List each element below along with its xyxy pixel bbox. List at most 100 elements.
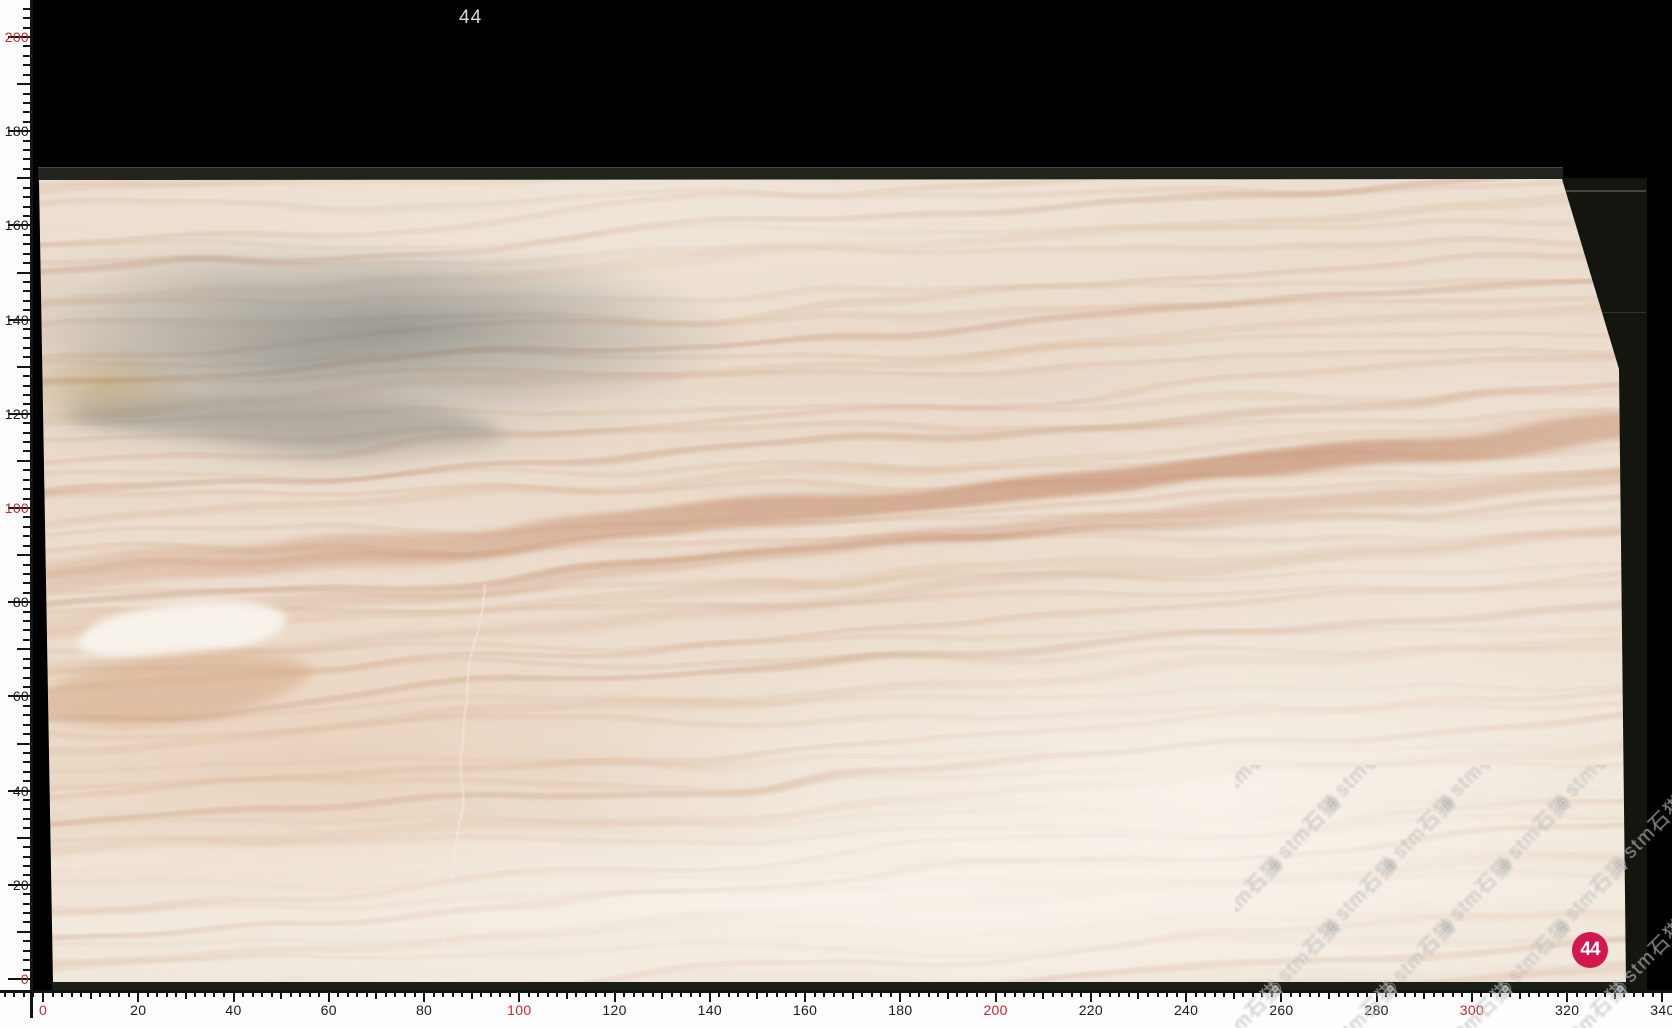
left-ruler-tick: [17, 648, 30, 651]
bottom-ruler-tick: [556, 992, 559, 997]
bottom-ruler-tick: [908, 992, 911, 997]
bottom-ruler-tick: [775, 992, 778, 997]
left-ruler-tick: [23, 657, 30, 660]
bottom-ruler-tick: [737, 992, 740, 997]
bottom-ruler-label: 40: [225, 1002, 242, 1018]
left-ruler-label: 200: [4, 29, 29, 45]
left-ruler-tick: [23, 846, 30, 849]
bottom-ruler-tick: [1213, 992, 1216, 997]
bottom-ruler-tick: [1023, 992, 1026, 997]
bottom-ruler-tick: [1404, 992, 1407, 997]
bottom-ruler-label: 280: [1364, 1002, 1389, 1018]
bottom-ruler-tick: [699, 992, 702, 997]
bottom-ruler-label: 220: [1078, 1002, 1103, 1018]
bottom-ruler-tick: [718, 992, 721, 997]
bottom-ruler-tick: [1413, 992, 1416, 997]
left-ruler-tick: [23, 7, 30, 10]
bottom-ruler-tick: [89, 992, 92, 999]
bottom-ruler-tick: [470, 992, 473, 999]
bottom-ruler-tick: [1604, 992, 1607, 997]
bottom-ruler-tick: [823, 992, 826, 997]
left-ruler-tick: [23, 158, 30, 161]
left-ruler-tick: [23, 346, 30, 349]
bottom-ruler-tick: [384, 992, 387, 997]
bottom-ruler-tick: [1451, 992, 1454, 997]
bottom-ruler-tick: [80, 992, 83, 997]
bottom-ruler-tick: [1423, 992, 1426, 999]
bottom-ruler-tick: [213, 992, 216, 997]
bottom-ruler-tick: [584, 992, 587, 997]
bottom-ruler-label: 200: [983, 1002, 1008, 1018]
bottom-ruler-tick: [1127, 992, 1130, 997]
left-ruler-label: 60: [12, 688, 29, 705]
left-ruler-tick: [23, 770, 30, 773]
left-ruler-tick: [23, 356, 30, 359]
left-ruler-tick: [23, 299, 30, 302]
bottom-ruler-tick: [203, 992, 206, 997]
slab-number-label: 44: [459, 7, 483, 28]
bottom-ruler-tick: [785, 992, 788, 997]
bottom-ruler-tick: [861, 992, 864, 997]
bottom-ruler-tick: [270, 992, 273, 997]
bottom-ruler-tick: [851, 992, 854, 999]
left-ruler-tick: [23, 817, 30, 820]
bottom-ruler-tick: [1537, 992, 1540, 997]
bottom-ruler-tick: [746, 992, 749, 997]
bottom-ruler-tick: [1032, 992, 1035, 997]
left-ruler-tick: [23, 638, 30, 641]
left-ruler-tick: [23, 761, 30, 764]
bottom-ruler-label: 20: [130, 1002, 147, 1018]
watermark-text: ◉stm石猫: [1659, 765, 1672, 814]
bottom-ruler-tick: [1289, 992, 1292, 997]
left-ruler-tick: [23, 733, 30, 736]
bottom-ruler-tick: [546, 992, 549, 997]
left-ruler-tick: [23, 959, 30, 962]
left-ruler-tick: [23, 196, 30, 199]
bottom-ruler-tick: [1489, 992, 1492, 997]
bottom-ruler-tick: [966, 992, 969, 997]
bottom-ruler-tick: [946, 992, 949, 999]
left-ruler-tick: [17, 554, 30, 557]
bottom-ruler-tick: [1442, 992, 1445, 997]
bottom-ruler-tick: [1509, 992, 1511, 997]
left-ruler-tick: [23, 921, 30, 924]
bottom-ruler-tick: [1223, 992, 1226, 997]
bottom-ruler-tick: [499, 992, 502, 997]
bottom-ruler-tick: [1204, 992, 1207, 997]
bottom-ruler-tick: [165, 992, 168, 997]
bottom-ruler-tick: [632, 992, 635, 997]
bottom-ruler-tick: [365, 992, 368, 997]
left-ruler-tick: [23, 243, 30, 246]
bottom-ruler-tick: [1556, 992, 1559, 997]
left-ruler-tick: [23, 450, 30, 453]
bottom-ruler-label: 60: [320, 1002, 337, 1018]
bottom-ruler-tick: [1232, 992, 1235, 999]
bottom-ruler-label: 320: [1555, 1002, 1580, 1018]
left-ruler-label: 0: [20, 971, 29, 987]
bottom-ruler-tick: [251, 992, 254, 997]
bottom-ruler-tick: [1613, 992, 1616, 999]
left-ruler-tick: [23, 469, 30, 472]
bottom-ruler-tick: [1337, 992, 1340, 997]
bottom-ruler-tick: [604, 992, 607, 997]
bottom-ruler-tick: [146, 992, 149, 997]
bottom-ruler-tick: [1594, 992, 1597, 997]
left-ruler-tick: [23, 384, 30, 387]
bottom-ruler-tick: [489, 992, 492, 997]
bottom-ruler-tick: [1356, 992, 1359, 997]
slab-gray-smudge: [69, 388, 501, 458]
left-ruler-tick: [17, 365, 30, 368]
left-ruler-label: 20: [12, 876, 29, 893]
bottom-ruler-tick: [1099, 992, 1102, 997]
left-ruler-tick: [23, 667, 30, 670]
bottom-ruler-tick: [1385, 992, 1388, 997]
left-ruler-tick: [23, 572, 30, 575]
bottom-ruler-tick: [1394, 992, 1397, 997]
slab-image[interactable]: [39, 179, 1626, 984]
bottom-ruler-tick: [318, 992, 321, 997]
left-ruler-tick: [23, 949, 30, 952]
bottom-ruler-tick: [765, 992, 768, 997]
bottom-ruler-tick: [1251, 992, 1254, 997]
left-ruler-tick: [23, 912, 30, 915]
bottom-ruler-tick: [1651, 992, 1654, 997]
